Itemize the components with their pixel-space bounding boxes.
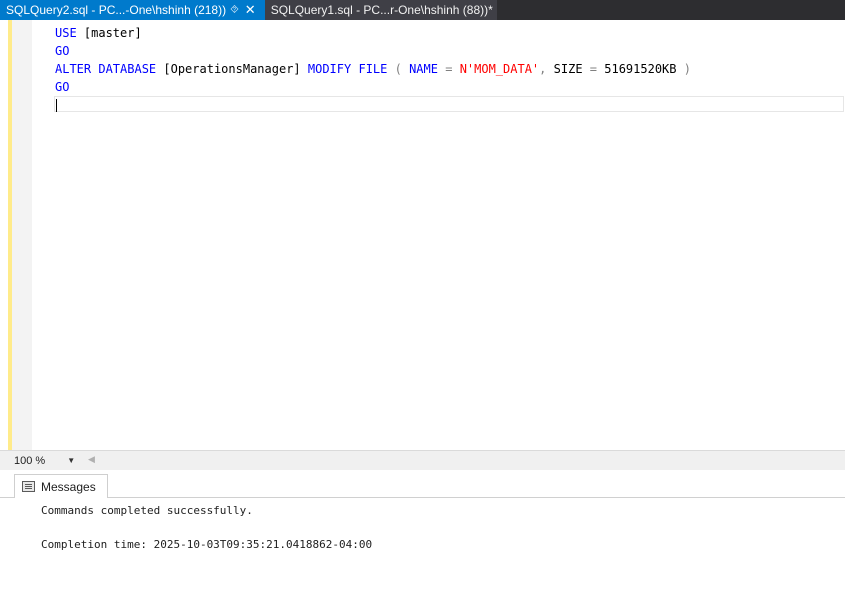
zoom-value: 100 % — [14, 454, 46, 467]
code-line: USE [master] — [55, 26, 142, 40]
code-line: GO — [55, 44, 70, 58]
editor-gutter — [12, 20, 32, 450]
pin-icon[interactable]: ⯑ — [226, 4, 243, 17]
document-tab-strip: SQLQuery2.sql - PC...-One\hshinh (218)) … — [0, 0, 845, 20]
chevron-down-icon[interactable]: ▼ — [67, 456, 75, 465]
message-line: Commands completed successfully. — [41, 504, 253, 517]
zoom-dropdown[interactable]: 100 % ▼ — [14, 453, 82, 468]
query-editor[interactable]: USE [master] GO ALTER DATABASE [Operations… — [0, 20, 845, 450]
tab-sqlquery2[interactable]: SQLQuery2.sql - PC...-One\hshinh (218)) … — [0, 0, 265, 20]
tab-sqlquery1[interactable]: SQLQuery1.sql - PC...r-One\hshinh (88))* — [264, 0, 497, 20]
code-text[interactable]: USE [master] GO ALTER DATABASE [Operations… — [55, 24, 691, 96]
close-icon[interactable]: ✕ — [243, 2, 261, 18]
tab-title: SQLQuery1.sql - PC...r-One\hshinh (88))* — [270, 3, 493, 17]
messages-icon — [22, 481, 35, 492]
results-tab-strip: Messages — [0, 470, 845, 498]
text-caret — [56, 99, 57, 112]
current-line-highlight — [54, 96, 844, 112]
messages-output: Commands completed successfully. Complet… — [41, 502, 372, 553]
code-line: GO — [55, 80, 70, 94]
message-line — [41, 519, 372, 536]
tab-label: Messages — [41, 479, 96, 494]
code-line: ALTER DATABASE [OperationsManager] MODIF… — [55, 62, 691, 76]
tab-messages[interactable]: Messages — [14, 474, 108, 498]
tab-title: SQLQuery2.sql - PC...-One\hshinh (218)) — [6, 3, 227, 17]
scroll-left-icon[interactable]: ◀ — [88, 454, 95, 465]
message-line: Completion time: 2025-10-03T09:35:21.041… — [41, 538, 373, 551]
zoom-bar: 100 % ▼ ◀ — [0, 450, 845, 470]
